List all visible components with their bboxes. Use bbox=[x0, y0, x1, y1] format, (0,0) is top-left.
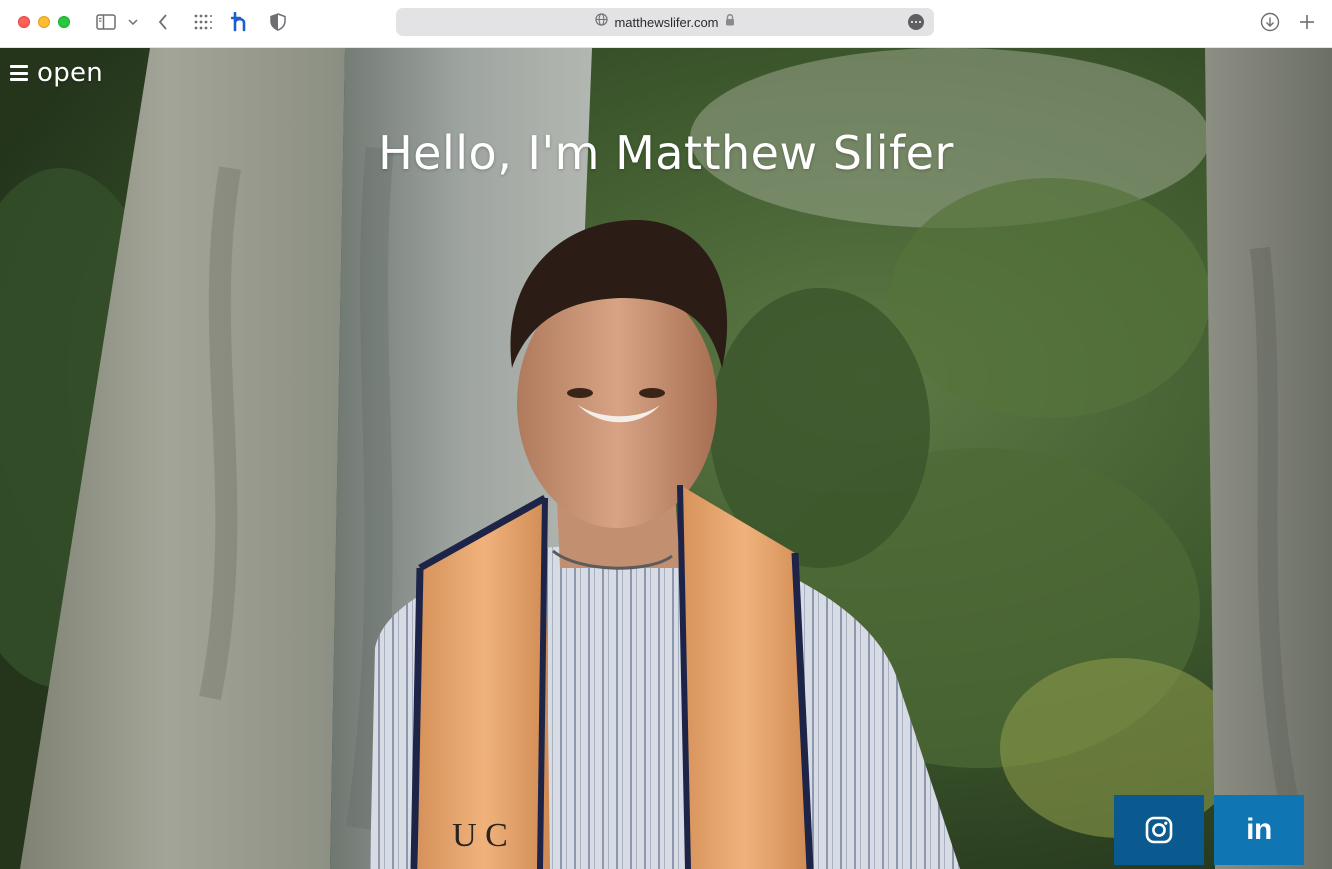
new-tab-icon[interactable] bbox=[1297, 10, 1317, 34]
grid-icon[interactable] bbox=[193, 10, 213, 34]
more-icon[interactable] bbox=[908, 14, 924, 30]
hero-title: Hello, I'm Matthew Slifer bbox=[378, 126, 954, 180]
instagram-button[interactable] bbox=[1114, 795, 1204, 865]
stole-letter-u: U C bbox=[452, 817, 508, 854]
instagram-icon bbox=[1145, 816, 1173, 844]
address-bar[interactable]: matthewslifer.com bbox=[396, 8, 934, 36]
lock-icon bbox=[725, 13, 735, 31]
sidebar-icon[interactable] bbox=[95, 10, 117, 34]
menu-toggle[interactable]: open bbox=[10, 58, 103, 88]
honey-extension-icon[interactable] bbox=[230, 10, 250, 34]
minimize-window-button[interactable] bbox=[38, 16, 50, 28]
close-window-button[interactable] bbox=[18, 16, 30, 28]
shield-icon[interactable] bbox=[268, 10, 288, 34]
hamburger-icon bbox=[10, 65, 28, 81]
hero-section: U C open Hello, I'm Matthew Slifer in bbox=[0, 48, 1332, 869]
url-text: matthewslifer.com bbox=[614, 14, 719, 30]
back-icon[interactable] bbox=[156, 10, 170, 34]
linkedin-button[interactable]: in bbox=[1214, 795, 1304, 865]
download-icon[interactable] bbox=[1259, 10, 1281, 34]
browser-toolbar: matthewslifer.com bbox=[0, 0, 1332, 48]
zoom-window-button[interactable] bbox=[58, 16, 70, 28]
chevron-down-icon[interactable] bbox=[127, 10, 139, 34]
menu-label: open bbox=[37, 58, 104, 88]
linkedin-icon: in bbox=[1246, 813, 1272, 846]
globe-icon bbox=[595, 13, 609, 31]
